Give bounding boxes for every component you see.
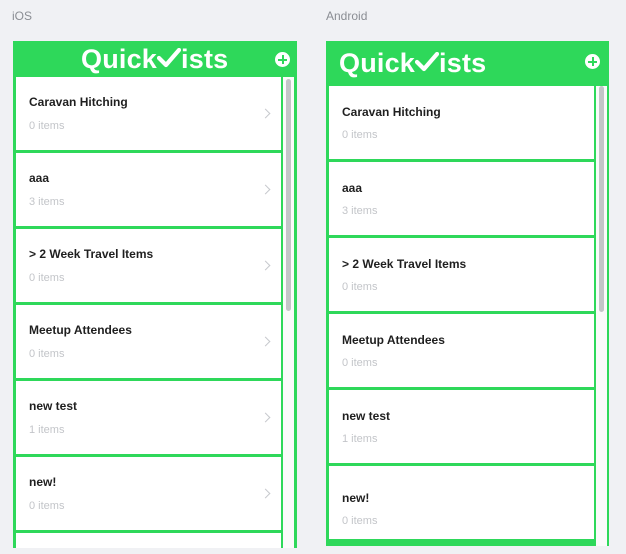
- ios-platform-label: iOS: [12, 9, 33, 23]
- list-item[interactable]: aaa 3 items: [329, 162, 594, 235]
- list-item-count: 0 items: [342, 515, 378, 527]
- list-item[interactable]: > 2 Week Travel Items 0 items: [329, 238, 594, 311]
- list-item[interactable]: new test 1 items: [16, 381, 281, 454]
- list-item-partial[interactable]: [16, 533, 281, 548]
- list-item-title: Meetup Attendees: [342, 333, 445, 347]
- list-item[interactable]: Caravan Hitching 0 items: [16, 77, 281, 150]
- android-header: Quick ists: [326, 41, 609, 85]
- android-device-frame: Quick ists Caravan Hitching 0 items aaa 3…: [326, 41, 609, 546]
- list-item[interactable]: new! 0 items: [329, 466, 594, 539]
- list-item-title: aaa: [342, 181, 363, 195]
- list-item-count: 1 items: [342, 433, 378, 445]
- list-item-title: > 2 Week Travel Items: [29, 247, 154, 261]
- android-platform-label: Android: [326, 9, 368, 23]
- list-item-count: 0 items: [342, 129, 378, 141]
- list-item-count: 3 items: [342, 205, 378, 217]
- ios-add-list-button[interactable]: [275, 52, 290, 67]
- list-item-title: aaa: [29, 171, 50, 185]
- list-item[interactable]: new! 0 items: [16, 457, 281, 530]
- list-item-count: 0 items: [29, 348, 65, 360]
- list-item-count: 3 items: [29, 196, 65, 208]
- ios-logo-text-ists: ists: [181, 44, 229, 74]
- ios-logo-text-quick: Quick: [81, 44, 158, 74]
- android-logo: Quick ists: [339, 45, 486, 81]
- list-item-title: new!: [29, 475, 57, 489]
- ios-header: Quick ists: [13, 41, 297, 77]
- list-item-count: 0 items: [342, 281, 378, 293]
- list-item-title: new test: [29, 399, 78, 413]
- chevron-right-icon: [260, 184, 271, 195]
- android-scrollbar[interactable]: [596, 86, 607, 546]
- check-icon: [156, 41, 182, 77]
- ios-scrollbar[interactable]: [283, 77, 294, 548]
- list-item-count: 0 items: [29, 120, 65, 132]
- android-scrollbar-thumb[interactable]: [599, 86, 604, 312]
- chevron-right-icon: [260, 260, 271, 271]
- list-item-title: Caravan Hitching: [29, 95, 128, 109]
- list-item-count: 0 items: [29, 500, 65, 512]
- list-item[interactable]: aaa 3 items: [16, 153, 281, 226]
- list-item-count: 1 items: [29, 424, 65, 436]
- chevron-right-icon: [260, 412, 271, 423]
- ios-device-frame: Quick ists Caravan Hitching 0 items aaa 3…: [13, 41, 297, 548]
- list-item[interactable]: > 2 Week Travel Items 0 items: [16, 229, 281, 302]
- ios-logo: Quick ists: [81, 41, 228, 77]
- ios-list[interactable]: Caravan Hitching 0 items aaa 3 items > 2…: [16, 77, 281, 548]
- list-item-title: new test: [342, 409, 391, 423]
- android-add-list-button[interactable]: [585, 54, 600, 69]
- android-logo-text-quick: Quick: [339, 48, 416, 78]
- list-item[interactable]: new test 1 items: [329, 390, 594, 463]
- list-item-title: > 2 Week Travel Items: [342, 257, 467, 271]
- ios-scrollbar-thumb[interactable]: [286, 79, 291, 311]
- list-item[interactable]: Meetup Attendees 0 items: [16, 305, 281, 378]
- android-list[interactable]: Caravan Hitching 0 items aaa 3 items > 2…: [329, 86, 594, 546]
- list-item-title: Meetup Attendees: [29, 323, 132, 337]
- list-item-count: 0 items: [29, 272, 65, 284]
- list-item-title: Caravan Hitching: [342, 105, 441, 119]
- list-item-title: new!: [342, 491, 370, 505]
- list-item[interactable]: Meetup Attendees 0 items: [329, 314, 594, 387]
- chevron-right-icon: [260, 336, 271, 347]
- android-logo-text-ists: ists: [439, 48, 487, 78]
- list-item-count: 0 items: [342, 357, 378, 369]
- list-item[interactable]: Caravan Hitching 0 items: [329, 86, 594, 159]
- chevron-right-icon: [260, 488, 271, 499]
- check-icon: [414, 45, 440, 81]
- chevron-right-icon: [260, 108, 271, 119]
